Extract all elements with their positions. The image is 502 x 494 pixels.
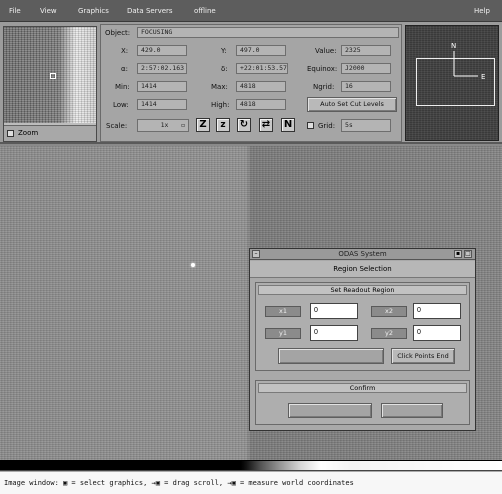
max-label: Max: (211, 83, 228, 91)
readout-region-header: Set Readout Region (258, 285, 467, 295)
menu-offline[interactable]: offline (194, 7, 216, 15)
x2-input[interactable]: 0 (413, 303, 461, 319)
zoom-toggle-row: Zoom (4, 125, 96, 141)
grid-label: Grid: (318, 122, 336, 130)
x2-label: x2 (371, 306, 407, 317)
magnified-image (4, 27, 96, 123)
north-button[interactable]: N (281, 118, 295, 132)
confirm-cancel-button[interactable] (381, 403, 443, 418)
object-label: Object: (105, 29, 131, 37)
scale-label: Scale: (106, 122, 128, 130)
control-panel: Zoom Object: FOCUSING X: 429.0 Y: 497.0 … (0, 22, 502, 144)
dialog-subtitle: Region Selection (250, 261, 475, 278)
y-label: Y: (221, 47, 227, 55)
object-field: FOCUSING (137, 27, 399, 38)
image-info-panel: Object: FOCUSING X: 429.0 Y: 497.0 Value… (100, 24, 402, 142)
ngrid-label: Ngrid: (313, 83, 335, 91)
alpha-field: 2:57:02.163 (137, 63, 187, 74)
menu-data-servers[interactable]: Data Servers (127, 7, 173, 15)
status-bar: Image window: ▣ = select graphics, →▣ = … (0, 471, 502, 494)
max-field: 4818 (236, 81, 286, 92)
confirm-header: Confirm (258, 383, 467, 393)
x-field: 429.0 (137, 45, 187, 56)
ngrid-field: 16 (341, 81, 391, 92)
flip-button[interactable]: ⇄ (259, 118, 273, 132)
chevron-down-icon: ▭ (181, 121, 185, 129)
odas-system-dialog: – ODAS System ▪ □ Region Selection Set R… (249, 248, 476, 431)
y1-label: y1 (265, 328, 301, 339)
confirm-ok-button[interactable] (288, 403, 372, 418)
y2-label: y2 (371, 328, 407, 339)
menu-graphics[interactable]: Graphics (78, 7, 109, 15)
zoom-checkbox[interactable] (7, 130, 14, 137)
rotate-button[interactable]: ↻ (237, 118, 251, 132)
x1-label: x1 (265, 306, 301, 317)
value-field: 2325 (341, 45, 391, 56)
min-field: 1414 (137, 81, 187, 92)
scale-value: 1x (160, 121, 169, 129)
dialog-title: ODAS System (338, 250, 387, 258)
y1-input[interactable]: 0 (310, 325, 358, 341)
delta-label: δ: (221, 65, 228, 73)
delta-field: +22:01:53.57 (236, 63, 288, 74)
star-source (191, 263, 195, 267)
min-label: Min: (115, 83, 130, 91)
auto-set-cut-levels-button[interactable]: Auto Set Cut Levels (307, 97, 397, 112)
alpha-label: α: (121, 65, 128, 73)
select-region-button[interactable] (278, 348, 384, 364)
zoom-out-button[interactable]: z (216, 118, 230, 132)
equinox-field: J2000 (341, 63, 391, 74)
zoom-label: Zoom (18, 129, 39, 137)
high-field: 4818 (236, 99, 286, 110)
scale-select[interactable]: 1x ▭ (137, 119, 189, 132)
magnifier-cursor (50, 73, 56, 79)
minimize-icon[interactable]: ▪ (454, 250, 462, 258)
magnifier-window: Zoom (3, 26, 97, 142)
grid-field[interactable]: 5s (341, 119, 391, 132)
colorbar[interactable] (0, 460, 502, 471)
value-label: Value: (315, 47, 337, 55)
x1-input[interactable]: 0 (310, 303, 358, 319)
equinox-label: Equinox: (307, 65, 338, 73)
readout-region-group: Set Readout Region x1 0 x2 0 y1 0 y2 0 C… (255, 282, 470, 371)
y2-input[interactable]: 0 (413, 325, 461, 341)
low-field: 1414 (137, 99, 187, 110)
zoom-in-button[interactable]: Z (196, 118, 210, 132)
low-label: Low: (113, 101, 129, 109)
menu-view[interactable]: View (40, 7, 57, 15)
menu-file[interactable]: File (9, 7, 21, 15)
panner-window[interactable]: N E (405, 25, 499, 141)
confirm-group: Confirm (255, 380, 470, 425)
compass-icon: N E (451, 42, 485, 81)
svg-text:E: E (481, 73, 485, 81)
maximize-icon[interactable]: □ (464, 250, 472, 258)
dialog-titlebar[interactable]: – ODAS System ▪ □ (250, 249, 475, 260)
y-field: 497.0 (236, 45, 286, 56)
grid-checkbox[interactable] (307, 122, 314, 129)
x-label: X: (121, 47, 129, 55)
svg-text:N: N (451, 42, 456, 50)
status-text: Image window: ▣ = select graphics, →▣ = … (4, 479, 354, 487)
high-label: High: (211, 101, 230, 109)
menu-bar: File View Graphics Data Servers offline … (0, 0, 502, 22)
click-points-end-button[interactable]: Click Points End (391, 348, 455, 364)
menu-help[interactable]: Help (474, 7, 490, 15)
